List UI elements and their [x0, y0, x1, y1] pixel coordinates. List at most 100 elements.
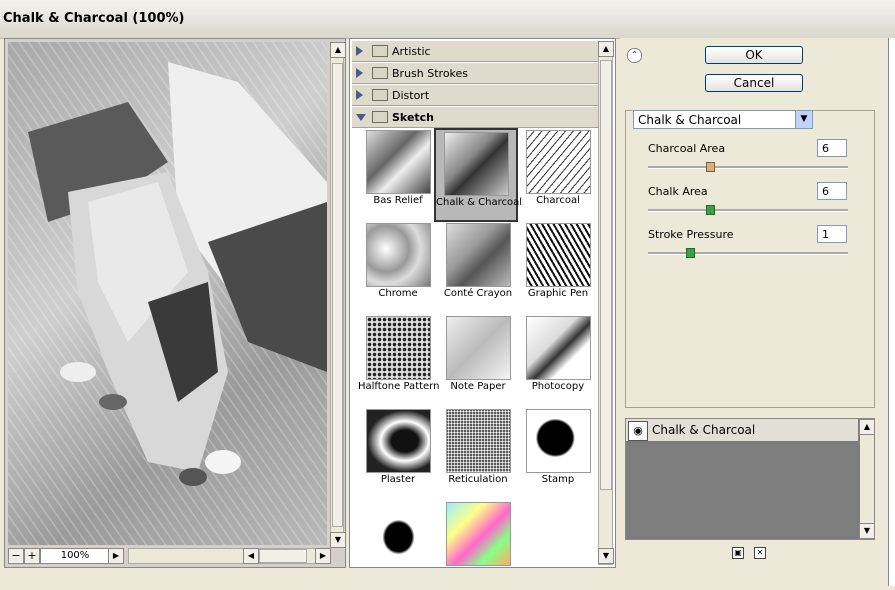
category-brush-strokes[interactable]: Brush Strokes [352, 63, 598, 84]
reticulation-thumbnail [446, 409, 511, 473]
filter-label: Plaster [380, 474, 416, 485]
filter-conte-crayon[interactable]: Conté Crayon [438, 221, 518, 311]
filter-photocopy[interactable]: Photocopy [518, 314, 598, 404]
scroll-left-icon[interactable]: ◀ [243, 548, 259, 564]
preview-image[interactable] [8, 42, 327, 545]
category-artistic[interactable]: Artistic [352, 41, 598, 62]
folder-open-icon [372, 111, 388, 123]
plaster-thumbnail [366, 409, 431, 473]
chrome-thumbnail [366, 223, 431, 287]
trash-icon[interactable]: ✕ [754, 547, 766, 559]
scroll-down-icon[interactable]: ▼ [598, 548, 614, 564]
eye-icon[interactable]: ◉ [628, 421, 648, 441]
filter-label: Chalk & Charcoal [436, 197, 523, 208]
filter-plaster[interactable]: Plaster [358, 407, 438, 497]
settings-panel: ⌃ OK Cancel Chalk & Charcoal ▼ Charcoal … [620, 38, 888, 566]
folder-icon [372, 89, 388, 101]
filter-label: Note Paper [450, 381, 506, 392]
folder-icon [372, 67, 388, 79]
layers-scrollbar[interactable]: ▲ ▼ [859, 419, 875, 539]
h-scroll-thumb[interactable] [259, 549, 307, 563]
filter-label: Halftone Pattern [358, 381, 440, 392]
filter-label: Chrome [378, 288, 418, 299]
scroll-thumb[interactable] [332, 63, 343, 527]
zoom-bar: − + 100% ▶ ◀ ▶ [4, 548, 344, 564]
filter-torn-edges[interactable] [358, 500, 438, 590]
filter-halftone-pattern[interactable]: Halftone Pattern [358, 314, 440, 404]
filter-label: Graphic Pen [527, 288, 589, 299]
filter-water-paper[interactable] [438, 500, 518, 590]
expand-triangle-icon[interactable] [356, 68, 363, 78]
filter-label: Stamp [541, 474, 575, 485]
stamp-thumbnail [526, 409, 591, 473]
new-effect-layer-icon[interactable]: ▣ [732, 547, 744, 559]
expand-triangle-icon[interactable] [356, 90, 363, 100]
category-label: Brush Strokes [392, 67, 469, 80]
slider-knob[interactable] [706, 162, 715, 172]
slider-track[interactable] [648, 209, 848, 212]
slider-knob[interactable] [686, 248, 695, 258]
preview-horizontal-scrollbar[interactable]: ◀ ▶ [128, 548, 331, 564]
graphic-pen-thumbnail [526, 223, 591, 287]
gallery-vertical-scrollbar[interactable]: ▲ ▼ [598, 41, 614, 565]
filter-label: Conté Crayon [443, 288, 513, 299]
param-value-input[interactable]: 1 [817, 225, 847, 243]
filter-select[interactable]: Chalk & Charcoal ▼ [633, 110, 813, 129]
slider-track[interactable] [648, 252, 848, 255]
filter-charcoal[interactable]: Charcoal [518, 128, 598, 218]
filter-chalk-charcoal[interactable]: Chalk & Charcoal [434, 128, 523, 222]
param-label: Charcoal Area [648, 142, 726, 155]
zoom-in-button[interactable]: + [24, 548, 40, 564]
filter-bas-relief[interactable]: Bas Relief [358, 128, 438, 218]
scroll-thumb[interactable] [600, 60, 612, 490]
bas-relief-thumbnail [366, 130, 431, 194]
category-label: Artistic [392, 45, 431, 58]
scroll-right-icon[interactable]: ▶ [315, 548, 331, 564]
collapse-triangle-icon[interactable] [356, 114, 366, 121]
slider-track[interactable] [648, 166, 848, 169]
folder-icon [372, 45, 388, 57]
filter-reticulation[interactable]: Reticulation [438, 407, 518, 497]
filter-chrome[interactable]: Chrome [358, 221, 438, 311]
slider-knob[interactable] [706, 205, 715, 215]
filter-label: Bas Relief [373, 195, 423, 206]
filter-note-paper[interactable]: Note Paper [438, 314, 518, 404]
zoom-level[interactable]: 100% [40, 548, 110, 564]
filter-label: Reticulation [448, 474, 508, 485]
ok-button[interactable]: OK [705, 46, 803, 64]
water-paper-thumbnail [446, 502, 511, 566]
category-sketch[interactable]: Sketch [352, 107, 598, 128]
cancel-button[interactable]: Cancel [705, 74, 803, 92]
scroll-down-icon[interactable]: ▼ [330, 532, 346, 548]
filter-gallery: Artistic Brush Strokes Distort Sketch Ba… [349, 38, 616, 568]
filter-label: Charcoal [536, 195, 580, 206]
preview-artwork [8, 42, 327, 545]
double-chevron-up-icon[interactable]: ⌃ [627, 48, 642, 63]
title-bar: Chalk & Charcoal (100%) [0, 0, 895, 39]
filter-stamp[interactable]: Stamp [518, 407, 598, 497]
chevron-down-icon[interactable]: ▼ [795, 111, 812, 128]
category-distort[interactable]: Distort [352, 85, 598, 106]
param-value-input[interactable]: 6 [817, 139, 847, 157]
chalk-charcoal-thumbnail [444, 132, 509, 196]
filter-select-value: Chalk & Charcoal [638, 113, 742, 127]
scroll-up-icon[interactable]: ▲ [859, 419, 875, 435]
effect-layer-row[interactable]: ◉ Chalk & Charcoal [626, 419, 858, 442]
preview-vertical-scrollbar[interactable]: ▲ ▼ [330, 42, 346, 548]
note-paper-thumbnail [446, 316, 511, 380]
zoom-menu-arrow-icon[interactable]: ▶ [108, 548, 124, 564]
param-label: Stroke Pressure [648, 228, 734, 241]
scroll-up-icon[interactable]: ▲ [330, 42, 346, 58]
scroll-up-icon[interactable]: ▲ [598, 41, 614, 57]
scroll-down-icon[interactable]: ▼ [859, 523, 875, 539]
param-value-input[interactable]: 6 [817, 182, 847, 200]
effect-layers-panel: ◉ Chalk & Charcoal ▲ ▼ [625, 418, 875, 540]
charcoal-thumbnail [526, 130, 591, 194]
conte-crayon-thumbnail [446, 223, 511, 287]
window-title: Chalk & Charcoal (100%) [3, 11, 185, 26]
photocopy-thumbnail [526, 316, 591, 380]
filter-graphic-pen[interactable]: Graphic Pen [518, 221, 598, 311]
zoom-out-button[interactable]: − [8, 548, 24, 564]
expand-triangle-icon[interactable] [356, 46, 363, 56]
param-label: Chalk Area [648, 185, 708, 198]
